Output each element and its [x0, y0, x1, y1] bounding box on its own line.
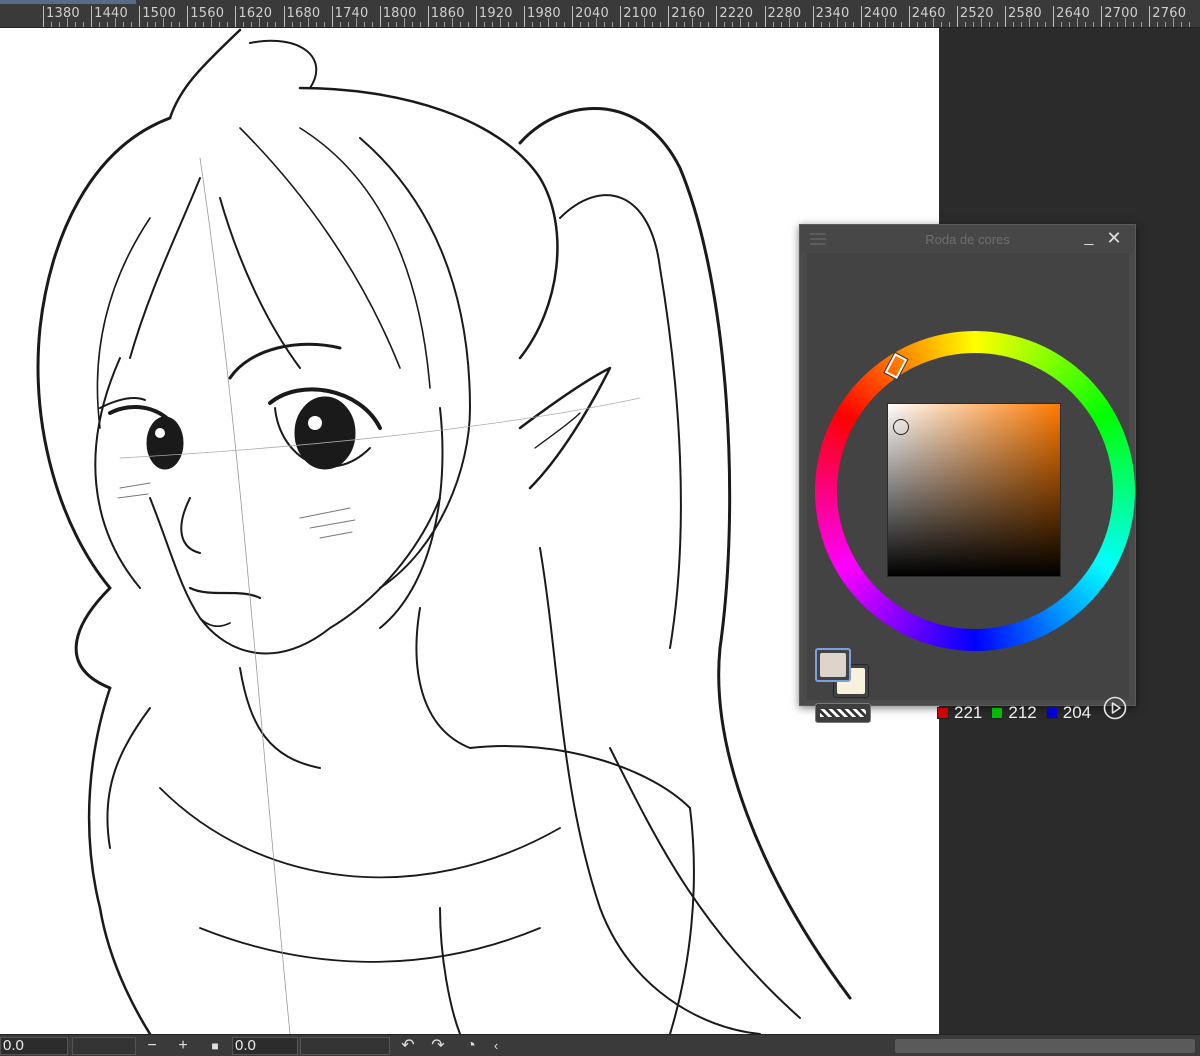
rotate-right-icon[interactable]: ↷ — [428, 1035, 448, 1056]
ruler-tick — [427, 6, 429, 27]
ruler-label: 2400 — [863, 6, 898, 21]
zoom-in-button[interactable]: + — [173, 1035, 193, 1056]
ruler-tick — [475, 6, 477, 27]
zoom-value-field[interactable]: 0.0 — [0, 1037, 68, 1055]
ruler-tick — [91, 6, 93, 27]
zoom-slider[interactable] — [72, 1037, 136, 1055]
red-chip — [937, 707, 949, 719]
checkerboard-pattern — [820, 709, 866, 717]
rgb-readout: 221 212 204 — [937, 703, 1095, 723]
ruler-tick — [764, 6, 766, 27]
ruler-tick — [1005, 6, 1006, 27]
ruler-label: 2040 — [575, 6, 609, 21]
ruler-label: 2700 — [1104, 6, 1139, 21]
ruler-tick — [908, 6, 910, 27]
ruler-label: 1380 — [46, 6, 80, 21]
foreground-color-fill — [820, 653, 846, 677]
ruler-label: 1740 — [334, 6, 369, 21]
ruler-tick — [620, 6, 622, 27]
blue-chip — [1045, 707, 1058, 719]
ruler-label: 2100 — [623, 6, 658, 21]
ruler-tick — [187, 6, 189, 27]
ruler-label: 1920 — [478, 6, 513, 21]
ruler-tick — [1053, 6, 1055, 27]
ruler-tick — [235, 6, 237, 27]
green-value: 212 — [1008, 703, 1037, 722]
ruler-tick — [331, 6, 333, 27]
canvas-workspace[interactable]: Roda de cores _ ✕ 221 212 204 — [0, 28, 1200, 1034]
transparent-color-swatch[interactable] — [815, 703, 871, 723]
ruler-tick — [1101, 6, 1103, 27]
ruler-label: 1500 — [142, 6, 177, 21]
blue-value: 204 — [1062, 703, 1092, 722]
rotation-slider[interactable] — [300, 1037, 390, 1055]
ruler-label: 2760 — [1152, 6, 1187, 21]
rotate-left-icon[interactable]: ↶ — [398, 1035, 418, 1056]
horizontal-scrollbar[interactable] — [895, 1039, 1195, 1053]
panel-titlebar[interactable]: Roda de cores _ ✕ — [800, 225, 1135, 253]
ruler-label: 2460 — [911, 6, 946, 21]
ruler-tick — [524, 6, 525, 27]
horizontal-ruler: 1380 1440 1500 1560 1620 1680 1740 1800 1860 1920… — [0, 0, 1200, 28]
play-circle-icon[interactable] — [1103, 696, 1127, 720]
ruler-label: 1620 — [238, 6, 273, 21]
status-bar: 0.0 − + ■ 0.0 ↶ ↷ ◔ ‹ — [0, 1034, 1200, 1056]
green-chip — [991, 707, 1004, 719]
ruler-tick — [139, 6, 141, 27]
foreground-color-swatch[interactable] — [815, 648, 851, 682]
ruler-label: 1860 — [430, 6, 465, 21]
paint-app: 1380 1440 1500 1560 1620 1680 1740 1800 1860 1920… — [0, 0, 1200, 1056]
ruler-tick — [716, 6, 718, 27]
ruler-label: 2520 — [959, 6, 994, 21]
ruler-label: 2160 — [671, 6, 706, 21]
scroll-left-icon[interactable]: ‹ — [488, 1035, 504, 1056]
saturation-value-square[interactable] — [887, 403, 1061, 577]
ruler-label: 1800 — [382, 6, 417, 21]
ruler-ticks: 1380 1440 1500 1560 1620 1680 1740 1800 1860 1920… — [0, 0, 1200, 27]
ruler-label: 2640 — [1056, 6, 1090, 21]
sv-picker-handle[interactable] — [893, 419, 909, 435]
ruler-tick — [1149, 6, 1151, 27]
red-value: 221 — [954, 703, 983, 722]
color-wheel-panel: Roda de cores _ ✕ 221 212 204 — [799, 224, 1136, 723]
ruler-tick — [860, 6, 862, 27]
ruler-tick — [43, 6, 44, 27]
ruler-tick — [283, 6, 285, 27]
reset-rotation-icon[interactable]: ◔ — [460, 1035, 482, 1056]
ruler-tick — [956, 6, 958, 27]
fit-square-icon[interactable]: ■ — [205, 1035, 225, 1056]
ruler-label: 2340 — [815, 6, 850, 21]
ruler-tick — [572, 6, 574, 27]
close-icon[interactable]: ✕ — [1105, 228, 1123, 248]
ruler-tick — [812, 6, 814, 27]
zoom-out-button[interactable]: − — [142, 1035, 162, 1056]
panel-body: 221 212 204 — [807, 253, 1135, 723]
ruler-label: 2280 — [767, 6, 802, 21]
ruler-tick — [379, 6, 381, 27]
ruler-label: 1680 — [286, 6, 321, 21]
ruler-label: 1560 — [190, 6, 225, 21]
ruler-label: 2220 — [719, 6, 754, 21]
ruler-label: 1980 — [527, 6, 561, 21]
ruler-tick — [668, 6, 670, 27]
ruler-label: 2580 — [1008, 6, 1042, 21]
rotation-value-field[interactable]: 0.0 — [232, 1037, 298, 1055]
ruler-label: 1440 — [94, 6, 128, 21]
minimize-icon[interactable]: _ — [1081, 229, 1097, 247]
